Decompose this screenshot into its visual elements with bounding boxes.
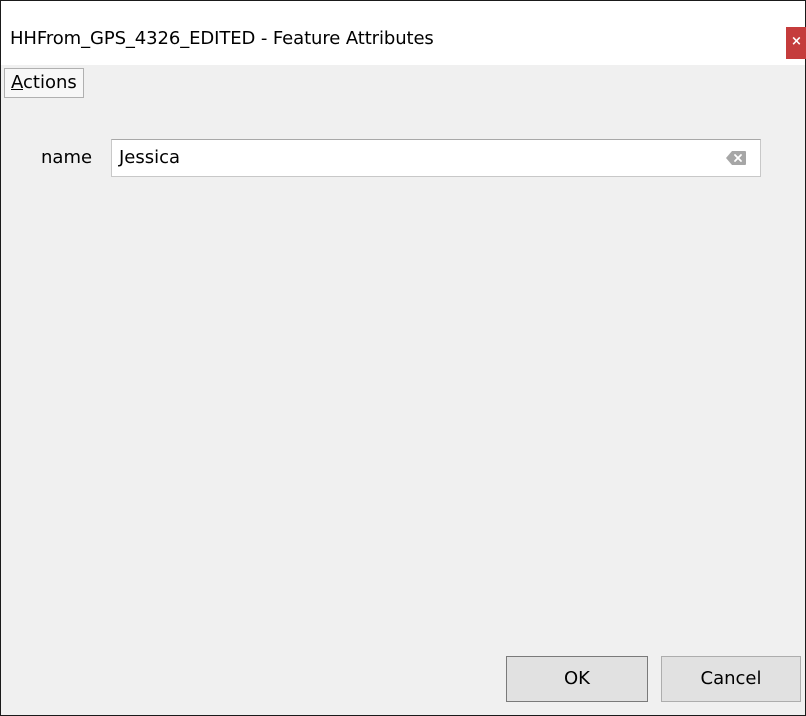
menu-actions[interactable]: Actions [4, 68, 84, 98]
ok-button[interactable]: OK [506, 656, 648, 702]
close-icon: × [791, 34, 802, 49]
name-field-label: name [41, 147, 93, 168]
cancel-button[interactable]: Cancel [661, 656, 801, 702]
close-button[interactable]: × [786, 27, 806, 59]
title-bar[interactable]: HHFrom_GPS_4326_EDITED - Feature Attribu… [1, 1, 806, 65]
menu-bar: Actions [1, 65, 805, 101]
menu-actions-label: ctions [23, 72, 77, 93]
name-input-value: Jessica [119, 147, 181, 168]
clear-icon[interactable] [725, 150, 747, 166]
menu-actions-mnemonic: A [11, 72, 23, 93]
name-input[interactable]: Jessica [111, 139, 761, 177]
window-title: HHFrom_GPS_4326_EDITED - Feature Attribu… [10, 28, 434, 49]
feature-attributes-dialog: HHFrom_GPS_4326_EDITED - Feature Attribu… [0, 0, 806, 716]
